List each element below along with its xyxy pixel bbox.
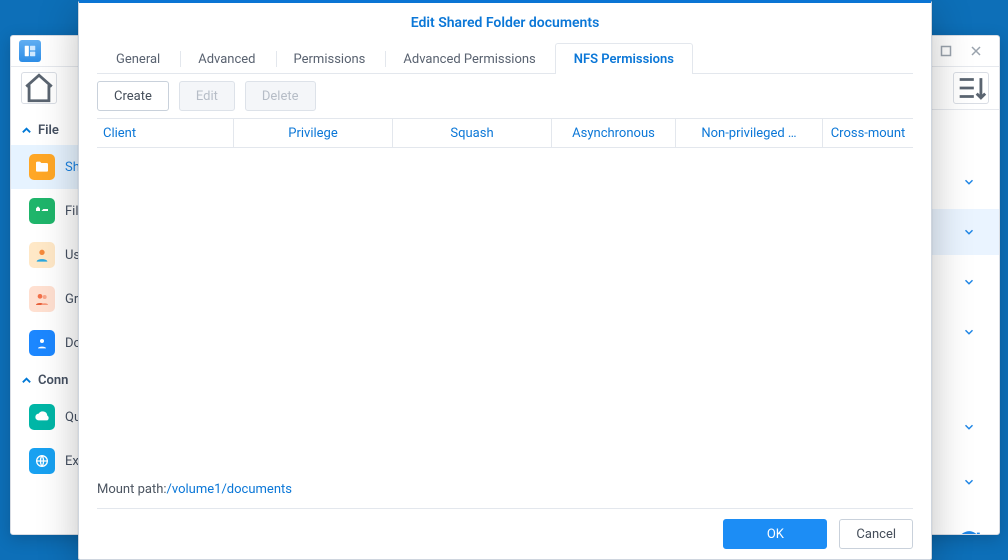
sort-button[interactable] [953,72,989,104]
shared-folder-icon [29,154,55,180]
column-squash[interactable]: Squash [393,119,552,147]
quickconnect-icon [29,404,55,430]
tab-label: Advanced Permissions [403,52,535,67]
window-maximize-button[interactable] [931,40,961,62]
sidebar-item-label: Ex [65,454,79,469]
table-header-row: Client Privilege Squash Asynchronous Non… [97,119,913,148]
column-nonprivileged[interactable]: Non-privileged … [676,119,823,147]
column-crossmount[interactable]: Cross-mount [823,119,913,147]
app-icon [19,40,41,62]
panel-expand-1[interactable] [955,168,983,196]
edit-button: Edit [179,81,235,111]
dialog-title: Edit Shared Folder documents [79,3,931,43]
sidebar-item-label: Gr [65,292,78,307]
panel-expand-2[interactable] [955,218,983,246]
user-icon [29,242,55,268]
panel-expand-5[interactable] [955,413,983,441]
nfs-rules-table: Client Privilege Squash Asynchronous Non… [97,118,913,470]
cancel-button[interactable]: Cancel [839,519,913,549]
sidebar-item-label: Fil [65,204,79,219]
mount-path-value: /volume1/documents [167,482,292,497]
tab-label: Advanced [198,52,255,67]
tab-advanced[interactable]: Advanced [179,43,274,74]
home-button[interactable] [21,72,57,104]
ok-button[interactable]: OK [723,519,827,549]
edit-shared-folder-dialog: Edit Shared Folder documents General Adv… [78,0,932,560]
group-icon [29,286,55,312]
tab-label: General [116,52,160,67]
external-icon [29,448,55,474]
panel-expand-6[interactable] [955,468,983,496]
column-privilege[interactable]: Privilege [234,119,393,147]
window-close-button[interactable] [961,40,991,62]
refresh-button[interactable] [955,528,983,535]
delete-button: Delete [245,81,316,111]
mount-path-label: Mount path: [97,482,167,497]
create-button[interactable]: Create [97,81,169,111]
file-services-icon [29,198,55,224]
tab-label: Permissions [294,52,366,67]
tab-nfs-permissions[interactable]: NFS Permissions [555,43,693,74]
panel-expand-4[interactable] [955,318,983,346]
tab-general[interactable]: General [97,43,179,74]
sidebar-section-label: Conn [38,373,68,388]
tab-label: NFS Permissions [574,52,674,67]
tab-advanced-permissions[interactable]: Advanced Permissions [384,43,554,74]
mount-path-row: Mount path: /volume1/documents [97,470,913,509]
panel-expand-3[interactable] [955,268,983,296]
dialog-toolbar: Create Edit Delete [79,74,931,118]
column-async[interactable]: Asynchronous [552,119,676,147]
tab-permissions[interactable]: Permissions [275,43,385,74]
sidebar-section-label: File [38,123,59,138]
dialog-tabs: General Advanced Permissions Advanced Pe… [97,43,913,74]
domain-icon [29,330,55,356]
column-client[interactable]: Client [97,119,234,147]
dialog-buttons: OK Cancel [79,509,931,559]
